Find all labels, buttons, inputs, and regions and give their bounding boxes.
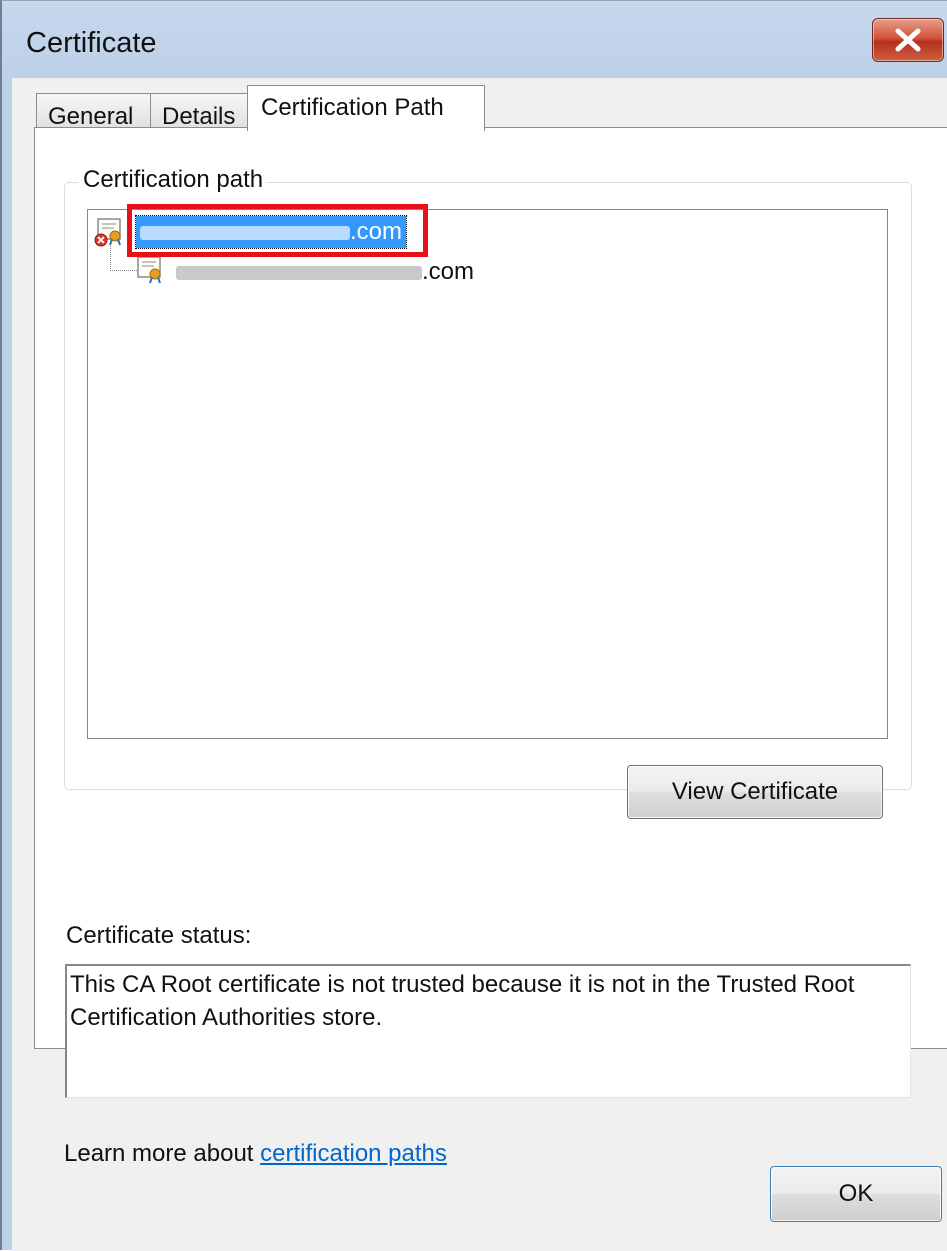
- red-highlight-annotation: [127, 204, 428, 257]
- certificate-status-label: Certificate status:: [66, 922, 252, 949]
- certification-path-tree[interactable]: .com .com: [87, 204, 888, 739]
- close-icon: [895, 28, 921, 52]
- certificate-status-text: This CA Root certificate is not trusted …: [70, 971, 855, 1031]
- ok-button[interactable]: OK: [770, 1166, 942, 1222]
- dialog-client-area: General Details Certification Path Certi…: [12, 78, 947, 1251]
- tab-certification-path-label: Certification Path: [261, 94, 444, 121]
- certificate-status-box[interactable]: This CA Root certificate is not trusted …: [65, 964, 911, 1098]
- tab-details-label: Details: [162, 103, 236, 130]
- tab-general-label: General: [48, 103, 134, 130]
- certification-path-legend: Certification path: [79, 166, 268, 194]
- certification-path-panel: Certification path .com .com View Certif…: [34, 127, 947, 1167]
- tab-certification-path[interactable]: Certification Path: [247, 85, 485, 131]
- tree-node-child[interactable]: .com: [176, 256, 474, 288]
- certification-path-group: Certification path .com .com View Certif…: [64, 166, 912, 819]
- view-certificate-button[interactable]: View Certificate: [627, 765, 883, 819]
- redacted-text: [176, 265, 422, 280]
- certification-paths-link[interactable]: certification paths: [260, 1140, 447, 1167]
- certificate-icon: [134, 256, 166, 291]
- title-bar[interactable]: Certificate: [2, 1, 947, 79]
- tab-details[interactable]: Details: [150, 93, 248, 131]
- window-title: Certificate: [26, 27, 157, 59]
- learn-more-prefix: Learn more about: [64, 1140, 261, 1167]
- certificate-error-icon: [94, 218, 126, 253]
- close-button[interactable]: [872, 18, 944, 62]
- learn-more: Learn more about certification paths: [64, 1140, 447, 1168]
- tab-general[interactable]: General: [36, 93, 151, 131]
- certificate-dialog: Certificate General Details Certificatio…: [0, 0, 947, 1251]
- tree-node-child-label: .com: [422, 258, 475, 285]
